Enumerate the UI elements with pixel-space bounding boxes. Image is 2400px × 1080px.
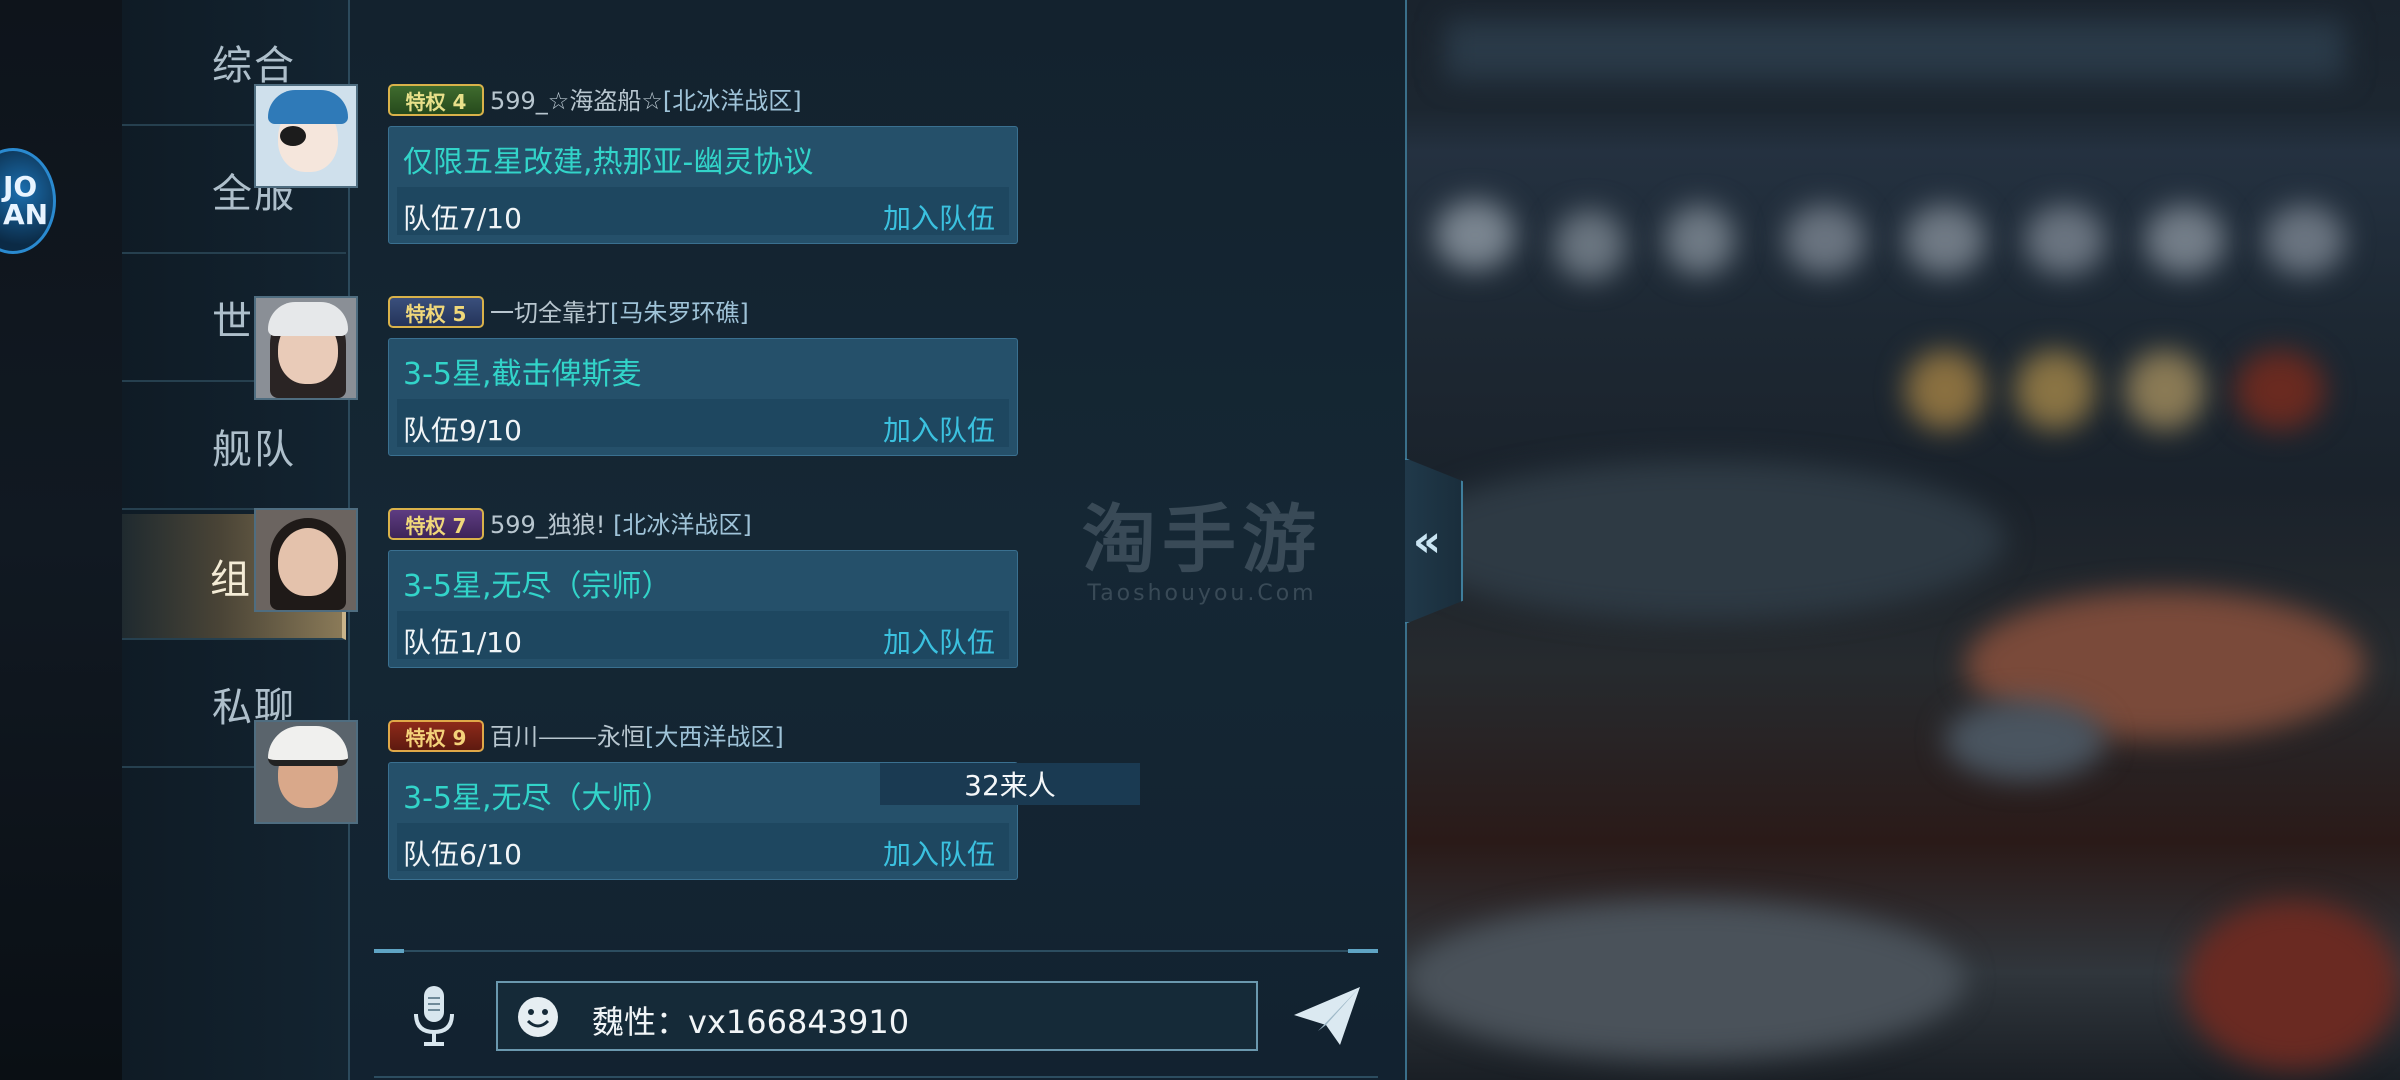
- chat-message: 特权 9 百川⸻永恒[大西洋战区] 3-5星,无尽（大师） 队伍6/10 加入队…: [254, 720, 1034, 890]
- sender-name[interactable]: 599_独狼! [北冰洋战区]: [490, 508, 752, 540]
- privilege-badge: 特权 7: [388, 508, 484, 540]
- team-invite-card: 3-5星,无尽（宗师） 队伍1/10 加入队伍: [388, 550, 1018, 668]
- avatar[interactable]: [254, 84, 358, 188]
- join-team-button[interactable]: 加入队伍: [883, 197, 995, 237]
- team-title: 3-5星,无尽（大师）: [403, 781, 672, 816]
- team-count: 队伍9/10: [403, 414, 522, 447]
- chat-message: 特权 4 599_☆海盗船☆[北冰洋战区] 仅限五星改建,热那亚-幽灵协议 队伍…: [254, 84, 1034, 254]
- sender-name[interactable]: 599_☆海盗船☆[北冰洋战区]: [490, 84, 802, 116]
- team-invite-card: 仅限五星改建,热那亚-幽灵协议 队伍7/10 加入队伍: [388, 126, 1018, 244]
- join-team-button[interactable]: 加入队伍: [883, 833, 995, 873]
- sender-name[interactable]: 一切全靠打[马朱罗环礁]: [490, 296, 749, 328]
- avatar[interactable]: [254, 296, 358, 400]
- team-count: 队伍7/10: [403, 202, 522, 235]
- chat-message: 特权 5 一切全靠打[马朱罗环礁] 3-5星,截击俾斯麦 队伍9/10 加入队伍: [254, 296, 1034, 466]
- privilege-badge: 特权 5: [388, 296, 484, 328]
- team-count: 队伍6/10: [403, 838, 522, 871]
- emoji-icon[interactable]: [516, 995, 560, 1039]
- team-invite-card: 3-5星,截击俾斯麦 队伍9/10 加入队伍: [388, 338, 1018, 456]
- sender-name[interactable]: 百川⸻永恒[大西洋战区]: [490, 720, 784, 752]
- send-icon[interactable]: [1292, 985, 1362, 1047]
- chat-message: 特权 7 599_独狼! [北冰洋战区] 3-5星,无尽（宗师） 队伍1/10 …: [254, 508, 1034, 678]
- watermark: 淘手游 Taoshouyou.Com: [1072, 480, 1332, 606]
- input-divider: [374, 949, 1378, 953]
- watermark-sub: Taoshouyou.Com: [1087, 581, 1317, 606]
- microphone-icon[interactable]: [410, 984, 458, 1048]
- chat-input[interactable]: 魏性：vx166843910: [496, 981, 1258, 1051]
- team-count: 队伍1/10: [403, 626, 522, 659]
- avatar[interactable]: [254, 720, 358, 824]
- privilege-badge: 特权 9: [388, 720, 484, 752]
- avatar[interactable]: [254, 508, 358, 612]
- chat-input-text[interactable]: 魏性：vx166843910: [592, 997, 909, 1043]
- tooltip-label: 32来人: [880, 763, 1140, 805]
- join-team-button[interactable]: 加入队伍: [883, 409, 995, 449]
- collapse-panel-button[interactable]: «: [1405, 458, 1463, 624]
- watermark-main: 淘手游: [1082, 497, 1322, 583]
- team-title: 3-5星,截击俾斯麦: [403, 357, 642, 392]
- team-title: 仅限五星改建,热那亚-幽灵协议: [403, 145, 814, 180]
- privilege-badge: 特权 4: [388, 84, 484, 116]
- bottom-divider: [374, 1076, 1378, 1078]
- join-team-button[interactable]: 加入队伍: [883, 621, 995, 661]
- double-chevron-left-icon: «: [1412, 515, 1442, 567]
- team-title: 3-5星,无尽（宗师）: [403, 569, 672, 604]
- game-background: [1405, 0, 2400, 1080]
